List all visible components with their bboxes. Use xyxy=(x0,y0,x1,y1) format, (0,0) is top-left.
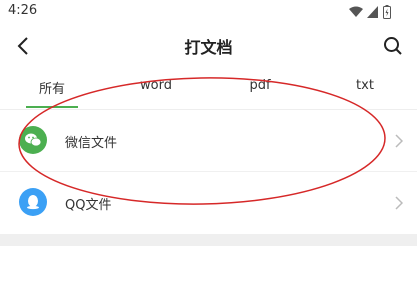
list-item-qq-files[interactable]: QQ文件 xyxy=(0,172,417,234)
qq-icon xyxy=(19,188,47,216)
search-icon xyxy=(384,37,402,55)
app-bar: 打文档 xyxy=(0,24,417,68)
file-type-tabs: 所有 word pdf txt xyxy=(0,68,417,110)
wifi-icon xyxy=(349,6,363,17)
wechat-icon xyxy=(19,126,47,154)
tab-all[interactable]: 所有 xyxy=(26,78,78,97)
tab-word[interactable]: word xyxy=(126,78,186,93)
tab-pdf[interactable]: pdf xyxy=(230,78,290,93)
chevron-right-icon xyxy=(395,134,403,148)
tab-indicator xyxy=(26,106,78,108)
status-bar: 4:26 xyxy=(0,0,417,24)
status-time: 4:26 xyxy=(8,3,38,18)
search-button[interactable] xyxy=(381,34,405,58)
cellular-signal-icon xyxy=(367,6,378,18)
list-item-wechat-files[interactable]: 微信文件 xyxy=(0,110,417,172)
tab-txt[interactable]: txt xyxy=(340,78,390,93)
status-icons xyxy=(349,5,391,19)
list-item-label: 微信文件 xyxy=(65,136,118,151)
chevron-right-icon xyxy=(395,196,403,210)
page-title: 打文档 xyxy=(184,38,233,57)
section-divider xyxy=(0,234,417,246)
list-item-label: QQ文件 xyxy=(65,198,112,213)
battery-icon xyxy=(383,5,391,19)
